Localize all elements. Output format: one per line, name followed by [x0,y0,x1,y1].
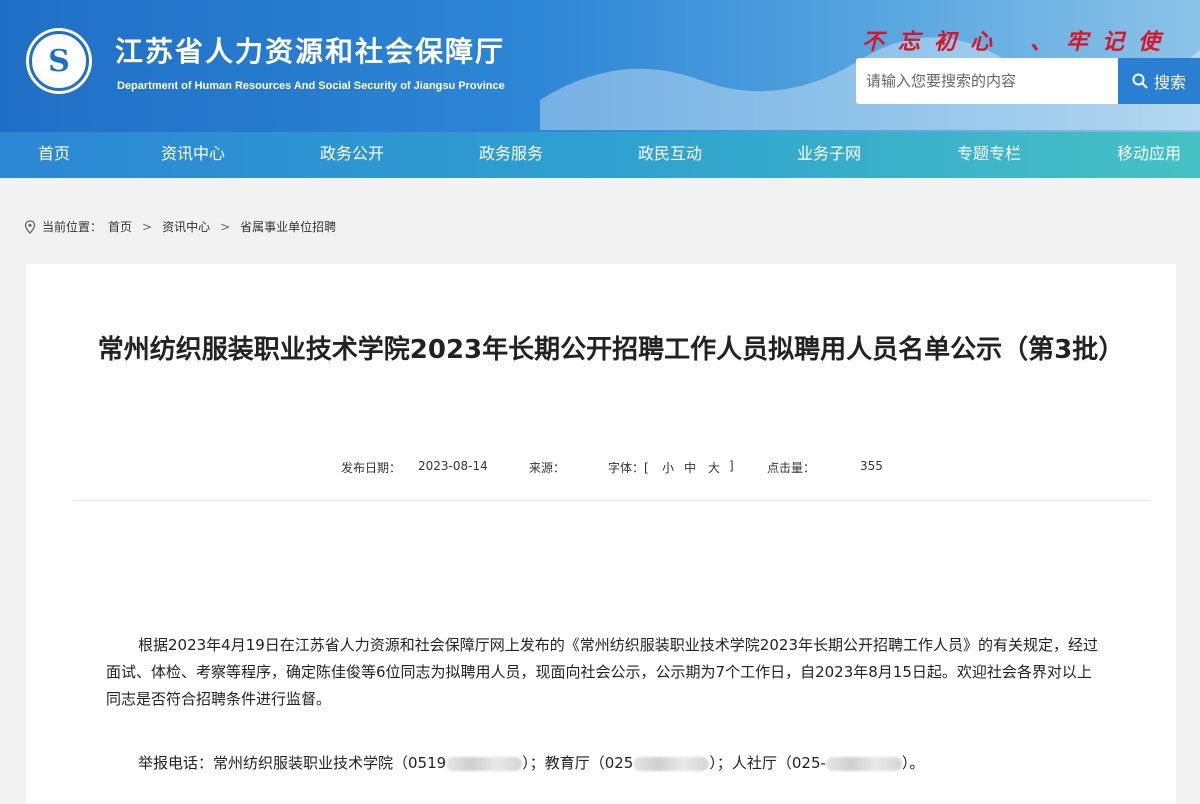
breadcrumb-separator: > [220,219,231,234]
font-size-small[interactable]: 小 [662,459,674,476]
report-education: 教育厅（025 [544,754,634,772]
search-input[interactable] [856,58,1118,104]
logo-s-icon: S [29,31,89,91]
date-label: 发布日期： [341,461,402,475]
report-hrss: 人社厅（025- [731,754,826,772]
redacted-number [633,756,710,771]
nav-item-mobile[interactable]: 移动应用 [1117,132,1181,178]
slogan-left: 不忘初心 [862,29,1007,55]
nav-item-open-government[interactable]: 政务公开 [320,132,384,178]
location-pin-icon [24,219,36,234]
article-body: 根据2023年4月19日在江苏省人力资源和社会保障厅网上发布的《常州纺织服装职业… [106,636,1098,708]
breadcrumb-news[interactable]: 资讯中心 [162,218,210,235]
nav-item-home[interactable]: 首页 [38,132,70,178]
site-subtitle-en: Department of Human Resources And Social… [117,80,505,92]
views-count: 355 [860,459,883,473]
source-label: 来源： [529,461,566,475]
main-nav: 首页 资讯中心 政务公开 政务服务 政民互动 业务子网 专题专栏 移动应用 [0,132,1200,178]
font-size-close: ] [729,459,734,473]
nav-item-subnets[interactable]: 业务子网 [797,132,861,178]
redacted-number [825,756,902,771]
nav-item-news[interactable]: 资讯中心 [161,132,225,178]
site-header: S 江苏省人力资源和社会保障厅 Department of Human Reso… [0,0,1200,132]
redacted-number [446,756,523,771]
search-icon [1132,73,1148,89]
report-sep: ）； [522,754,545,772]
report-school: 常州纺织服装职业技术学院（0519 [213,754,447,772]
nav-item-interaction[interactable]: 政民互动 [638,132,702,178]
breadcrumb-recruitment[interactable]: 省属事业单位招聘 [240,218,336,235]
nav-item-services[interactable]: 政务服务 [479,132,543,178]
publish-date: 2023-08-14 [418,459,488,473]
article-title: 常州纺织服装职业技术学院2023年长期公开招聘工作人员拟聘用人员名单公示（第3批… [97,335,1125,365]
search-button[interactable]: 搜索 [1118,58,1200,104]
site-title: 江苏省人力资源和社会保障厅 [115,35,506,68]
report-phones: 举报电话：常州纺织服装职业技术学院（0519 ）；教育厅（025 ）；人社厅（025… [106,752,1146,773]
article-panel: 常州纺织服装职业技术学院2023年长期公开招聘工作人员拟聘用人员名单公示（第3批… [26,264,1176,804]
font-size-label: 字体：[ [608,461,649,475]
breadcrumb-separator: > [142,219,153,234]
breadcrumb: 当前位置： 首页 > 资讯中心 > 省属事业单位招聘 [24,218,336,235]
divider [74,500,1151,501]
breadcrumb-prefix: 当前位置： [42,220,103,234]
font-size-medium[interactable]: 中 [684,459,696,476]
site-logo[interactable]: S [26,28,92,94]
report-sep: ）； [709,754,732,772]
breadcrumb-home[interactable]: 首页 [108,218,132,235]
nav-item-topics[interactable]: 专题专栏 [957,132,1021,178]
font-size-large[interactable]: 大 [708,459,720,476]
search-button-label: 搜索 [1153,73,1186,92]
views-label: 点击量： [767,461,816,475]
report-label: 举报电话： [138,754,214,772]
report-end: ）。 [901,754,925,772]
